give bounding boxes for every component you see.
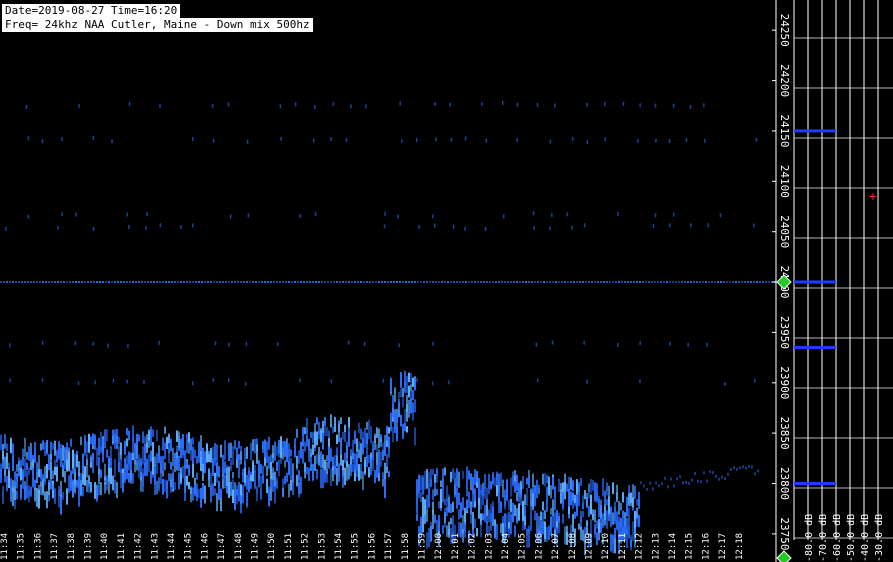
time-label: 11:54	[334, 533, 344, 560]
time-label: 12:10	[601, 533, 611, 560]
frequency-tick-label: 23950	[778, 316, 791, 349]
time-label: 12:02	[468, 533, 478, 560]
time-label: 11:37	[50, 533, 60, 560]
time-label: 12:01	[451, 533, 461, 560]
time-label: 11:41	[117, 533, 127, 560]
time-label: 12:07	[551, 533, 561, 560]
frequency-tick-label: 24150	[778, 114, 791, 147]
time-label: 11:49	[251, 533, 261, 560]
time-label: 12:09	[585, 533, 595, 560]
time-label: 11:44	[167, 533, 177, 560]
db-tick-label: -80.0 dB	[804, 514, 815, 562]
time-label: 11:34	[0, 533, 10, 560]
time-label: 12:08	[568, 533, 578, 560]
time-label: 11:36	[33, 533, 43, 560]
time-label: 12:12	[635, 533, 645, 560]
frequency-tick-label: 24250	[778, 14, 791, 47]
time-label: 12:00	[434, 533, 444, 560]
time-label: 11:38	[67, 533, 77, 560]
time-label: 11:51	[284, 533, 294, 560]
time-label: 11:40	[100, 533, 110, 560]
time-label: 11:48	[234, 533, 244, 560]
time-label: 11:42	[134, 533, 144, 560]
time-label: 12:03	[484, 533, 494, 560]
time-label: 11:45	[184, 533, 194, 560]
db-tick-label: -70.0 dB	[818, 514, 829, 562]
time-label: 11:57	[384, 533, 394, 560]
time-label: 11:58	[401, 533, 411, 560]
frequency-tick-label: 24050	[778, 215, 791, 248]
time-label: 12:17	[718, 533, 728, 560]
time-label: 12:14	[668, 533, 678, 560]
time-label: 11:39	[84, 533, 94, 560]
time-label: 11:43	[150, 533, 160, 560]
time-label: 12:11	[618, 533, 628, 560]
time-label: 11:53	[317, 533, 327, 560]
time-label: 11:50	[267, 533, 277, 560]
time-label: 11:56	[367, 533, 377, 560]
frequency-tick-label: 24200	[778, 64, 791, 97]
date-time-label: Date=2019-08-27 Time=16:20	[2, 4, 181, 18]
level-bar	[794, 129, 836, 133]
waterfall-spectrogram[interactable]: 11:34 11:35 11:36 11:37 11:38 11:39 11:40 11:41…	[0, 0, 893, 562]
time-label: 12:16	[701, 533, 711, 560]
level-bar	[794, 482, 836, 485]
time-label: 12:18	[735, 533, 745, 560]
db-tick-label: -50.0 dB	[846, 514, 857, 562]
time-label: 12:13	[651, 533, 661, 560]
time-label: 11:59	[418, 533, 428, 560]
db-tick-label: -30.0 dB	[874, 514, 885, 562]
time-label: 12:04	[501, 533, 511, 560]
frequency-tick-label: 24100	[778, 165, 791, 198]
frequency-tick-label: 23900	[778, 366, 791, 399]
time-label: 12:06	[534, 533, 544, 560]
level-bar	[794, 346, 836, 349]
frequency-tick-label: 23850	[778, 417, 791, 450]
time-label: 11:47	[217, 533, 227, 560]
time-label: 11:46	[200, 533, 210, 560]
db-tick-label: -40.0 dB	[860, 514, 871, 562]
time-label: 11:52	[301, 533, 311, 560]
level-bar	[794, 280, 836, 284]
time-label: 11:55	[351, 533, 361, 560]
frequency-tick-label: 23800	[778, 467, 791, 500]
time-label: 12:15	[685, 533, 695, 560]
time-label: 11:35	[17, 533, 27, 560]
frequency-tick-label: 23750	[778, 517, 791, 550]
db-tick-label: -60.0 dB	[832, 514, 843, 562]
level-cursor-icon: +	[868, 190, 877, 203]
time-label: 12:05	[518, 533, 528, 560]
frequency-label: Freq= 24khz NAA Cutler, Maine - Down mix…	[2, 18, 313, 32]
